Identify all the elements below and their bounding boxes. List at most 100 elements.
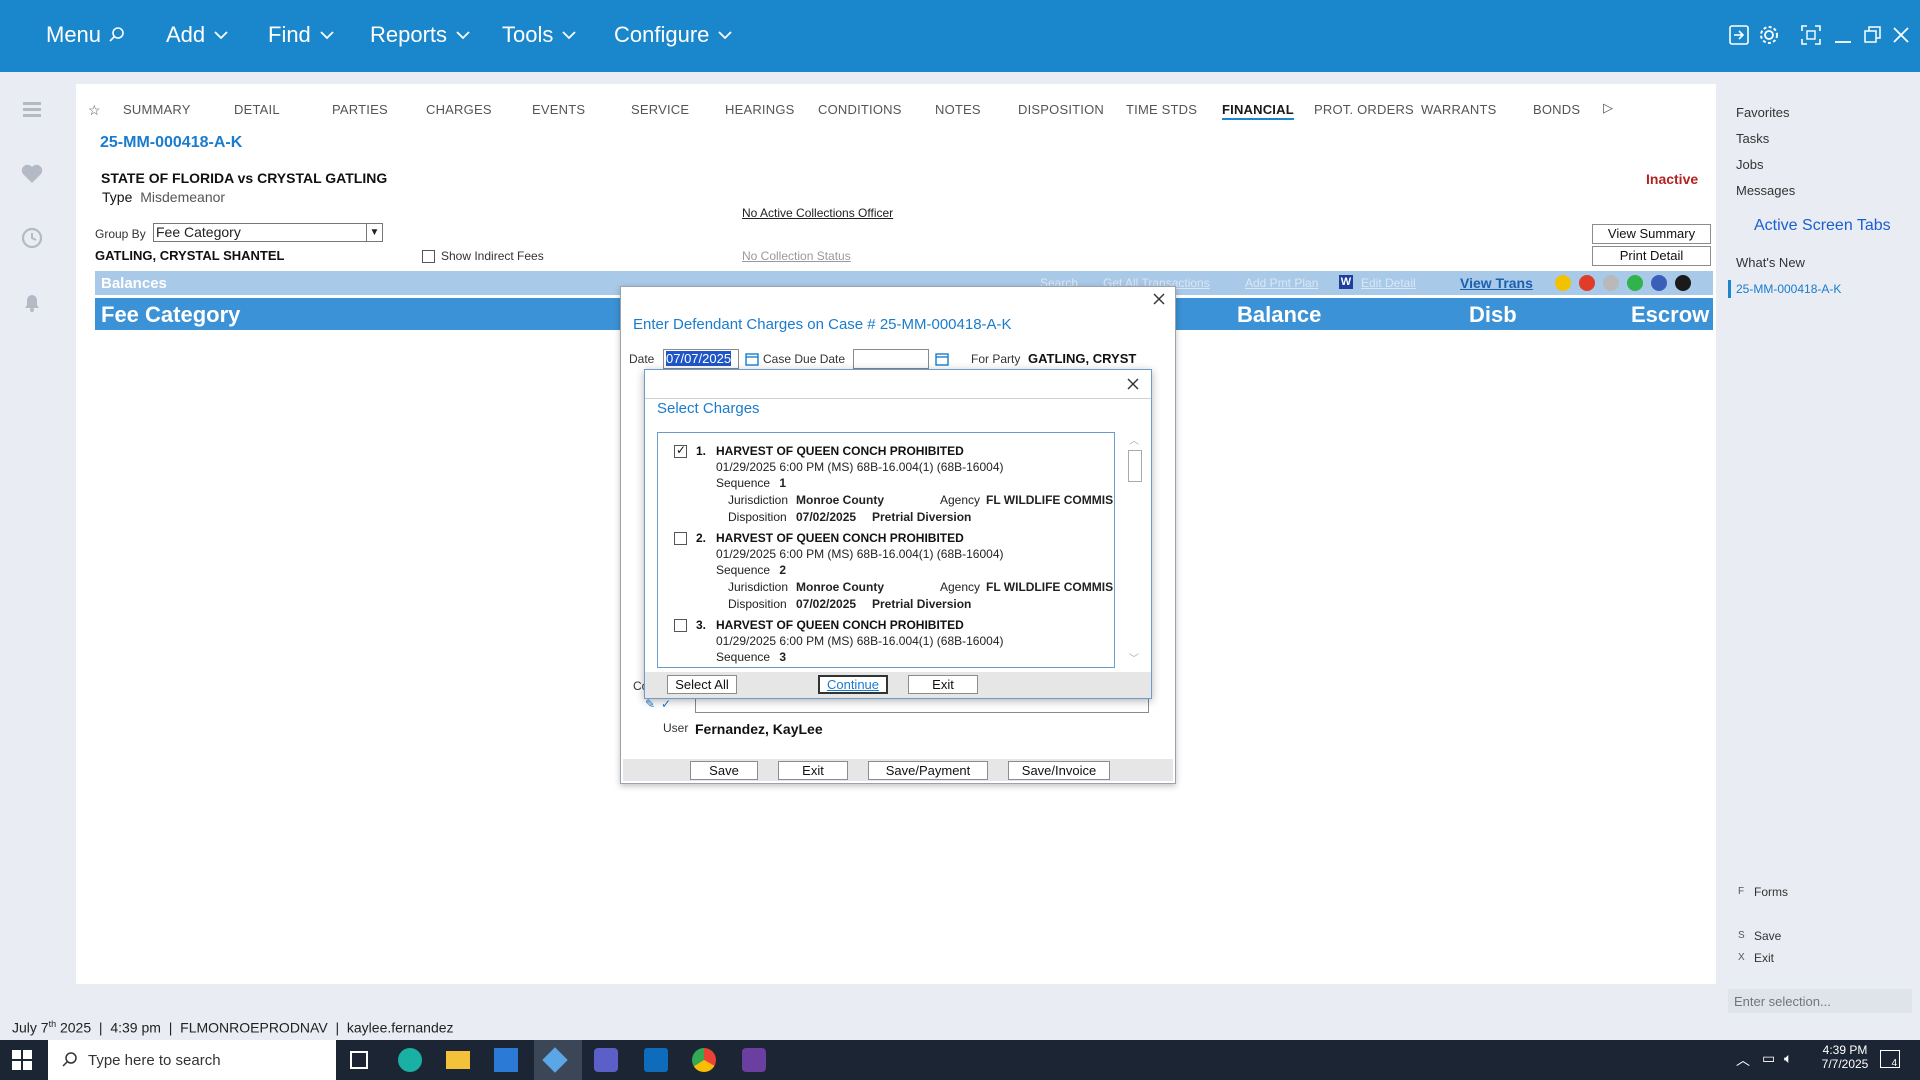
- tabs-more-arrow-icon[interactable]: ▷: [1603, 100, 1613, 116]
- task-view-icon[interactable]: [350, 1051, 368, 1069]
- file-explorer-icon[interactable]: [446, 1051, 470, 1069]
- save-invoice-button[interactable]: Save/Invoice: [1008, 761, 1110, 780]
- edge-icon[interactable]: [398, 1048, 422, 1072]
- fullscreen-icon[interactable]: [1800, 24, 1822, 46]
- group-by-select[interactable]: Fee Category ▼: [153, 223, 383, 242]
- coin-icon[interactable]: [1555, 275, 1571, 291]
- outlook-icon[interactable]: [644, 1048, 668, 1072]
- save-link[interactable]: Save: [1754, 929, 1781, 943]
- tab-disposition[interactable]: DISPOSITION: [1018, 102, 1104, 117]
- tab-prot-orders[interactable]: PROT. ORDERS: [1314, 102, 1414, 117]
- tab-service[interactable]: SERVICE: [631, 102, 689, 117]
- app-icon[interactable]: [742, 1048, 766, 1072]
- active-case-tab[interactable]: 25-MM-000418-A-K: [1736, 282, 1841, 296]
- column-disb[interactable]: Disb: [1469, 302, 1517, 328]
- edit-detail-link[interactable]: Edit Detail: [1361, 276, 1416, 290]
- print-detail-button[interactable]: Print Detail: [1592, 246, 1711, 266]
- save-payment-button[interactable]: Save/Payment: [868, 761, 988, 780]
- save-button[interactable]: Save: [690, 761, 758, 780]
- reports-menu[interactable]: Reports: [370, 22, 471, 48]
- tab-hearings[interactable]: HEARINGS: [725, 102, 795, 117]
- teams-icon[interactable]: [594, 1048, 618, 1072]
- view-summary-button[interactable]: View Summary: [1592, 224, 1711, 244]
- tab-parties[interactable]: PARTIES: [332, 102, 388, 117]
- scroll-down-icon[interactable]: ﹀: [1129, 650, 1139, 665]
- exit-button[interactable]: Exit: [778, 761, 848, 780]
- show-indirect-fees-checkbox[interactable]: [422, 250, 435, 263]
- case-number[interactable]: 25-MM-000418-A-K: [100, 134, 242, 152]
- view-trans-link[interactable]: View Trans: [1460, 275, 1533, 291]
- calendar-icon[interactable]: [935, 352, 949, 366]
- close-icon[interactable]: [1153, 293, 1165, 305]
- network-icon[interactable]: ▭: [1762, 1050, 1775, 1067]
- minimize-icon[interactable]: [1832, 24, 1854, 46]
- date-field[interactable]: 07/07/2025: [663, 349, 739, 369]
- forms-link[interactable]: Forms: [1754, 885, 1788, 899]
- tools-menu[interactable]: Tools: [502, 22, 577, 48]
- charge-checkbox[interactable]: [674, 619, 687, 632]
- blue-dollar-icon[interactable]: [1651, 275, 1667, 291]
- tab-conditions[interactable]: CONDITIONS: [818, 102, 902, 117]
- add-menu[interactable]: Add: [166, 22, 229, 48]
- charges-scrollbar[interactable]: ︿ ﹀: [1127, 432, 1143, 668]
- gear-icon[interactable]: [1758, 24, 1780, 46]
- calendar-icon[interactable]: [745, 352, 759, 366]
- find-menu[interactable]: Find: [268, 22, 335, 48]
- black-dollar-icon[interactable]: [1675, 275, 1691, 291]
- red-dollar-icon[interactable]: [1579, 275, 1595, 291]
- configure-menu[interactable]: Configure: [614, 22, 733, 48]
- scroll-up-icon[interactable]: ︿: [1129, 432, 1139, 447]
- tab-notes[interactable]: NOTES: [935, 102, 981, 117]
- notifications-icon[interactable]: 4: [1880, 1050, 1900, 1069]
- selection-input[interactable]: [1728, 989, 1912, 1013]
- taskbar-search-box[interactable]: Type here to search: [48, 1040, 336, 1080]
- charge-checkbox[interactable]: [674, 532, 687, 545]
- scrollbar-thumb[interactable]: [1128, 450, 1142, 482]
- favorite-star-icon[interactable]: ☆: [88, 102, 101, 119]
- tab-charges[interactable]: CHARGES: [426, 102, 492, 117]
- tab-time-stds[interactable]: TIME STDS: [1126, 102, 1197, 117]
- green-dollar-icon[interactable]: [1627, 275, 1643, 291]
- bell-icon[interactable]: [20, 290, 44, 314]
- gray-dollar-icon[interactable]: [1603, 275, 1619, 291]
- whats-new-link[interactable]: What's New: [1736, 255, 1805, 270]
- tab-summary[interactable]: SUMMARY: [123, 102, 191, 117]
- column-escrow[interactable]: Escrow: [1631, 302, 1709, 328]
- tab-financial[interactable]: FINANCIAL: [1222, 102, 1294, 120]
- tab-warrants[interactable]: WARRANTS: [1421, 102, 1497, 117]
- exit-button[interactable]: Exit: [908, 675, 978, 694]
- select-all-button[interactable]: Select All: [667, 675, 737, 694]
- word-icon[interactable]: W: [1339, 275, 1353, 289]
- volume-icon[interactable]: 🔈︎: [1784, 1050, 1792, 1067]
- favorites-link[interactable]: Favorites: [1736, 105, 1789, 120]
- sign-out-icon[interactable]: [1728, 24, 1750, 46]
- list-icon[interactable]: [20, 98, 44, 122]
- chrome-icon[interactable]: [692, 1048, 716, 1072]
- taskbar-clock[interactable]: 4:39 PM 7/7/2025: [1810, 1043, 1880, 1071]
- store-icon[interactable]: [494, 1048, 518, 1072]
- add-pmt-plan-link[interactable]: Add Pmt Plan: [1245, 276, 1318, 290]
- chevron-up-icon[interactable]: ︿: [1736, 1050, 1750, 1070]
- charge-item[interactable]: 3. HARVEST OF QUEEN CONCH PROHIBITED 01/…: [658, 615, 1114, 667]
- spellcheck-icon[interactable]: ✓: [661, 697, 671, 711]
- close-icon[interactable]: [1127, 378, 1139, 390]
- tab-detail[interactable]: DETAIL: [234, 102, 280, 117]
- menu-button[interactable]: Menu: [46, 22, 125, 48]
- tab-events[interactable]: EVENTS: [532, 102, 585, 117]
- jobs-link[interactable]: Jobs: [1736, 157, 1763, 172]
- tasks-link[interactable]: Tasks: [1736, 131, 1769, 146]
- continue-button[interactable]: Continue: [818, 675, 888, 694]
- collections-officer-link[interactable]: No Active Collections Officer: [742, 206, 893, 220]
- charge-item[interactable]: ✓ 1. HARVEST OF QUEEN CONCH PROHIBITED 0…: [658, 441, 1114, 525]
- restore-icon[interactable]: [1862, 24, 1884, 46]
- column-fee-category[interactable]: Fee Category: [101, 302, 240, 328]
- close-icon[interactable]: [1890, 24, 1912, 46]
- collection-status-link[interactable]: No Collection Status: [742, 249, 851, 263]
- charge-item[interactable]: 2. HARVEST OF QUEEN CONCH PROHIBITED 01/…: [658, 528, 1114, 612]
- edit-icon[interactable]: ✎: [645, 697, 655, 711]
- case-due-date-field[interactable]: [853, 349, 929, 369]
- exit-link[interactable]: Exit: [1754, 951, 1774, 965]
- column-balance[interactable]: Balance: [1237, 302, 1321, 328]
- heart-icon[interactable]: [20, 162, 44, 186]
- tab-bonds[interactable]: BONDS: [1533, 102, 1580, 117]
